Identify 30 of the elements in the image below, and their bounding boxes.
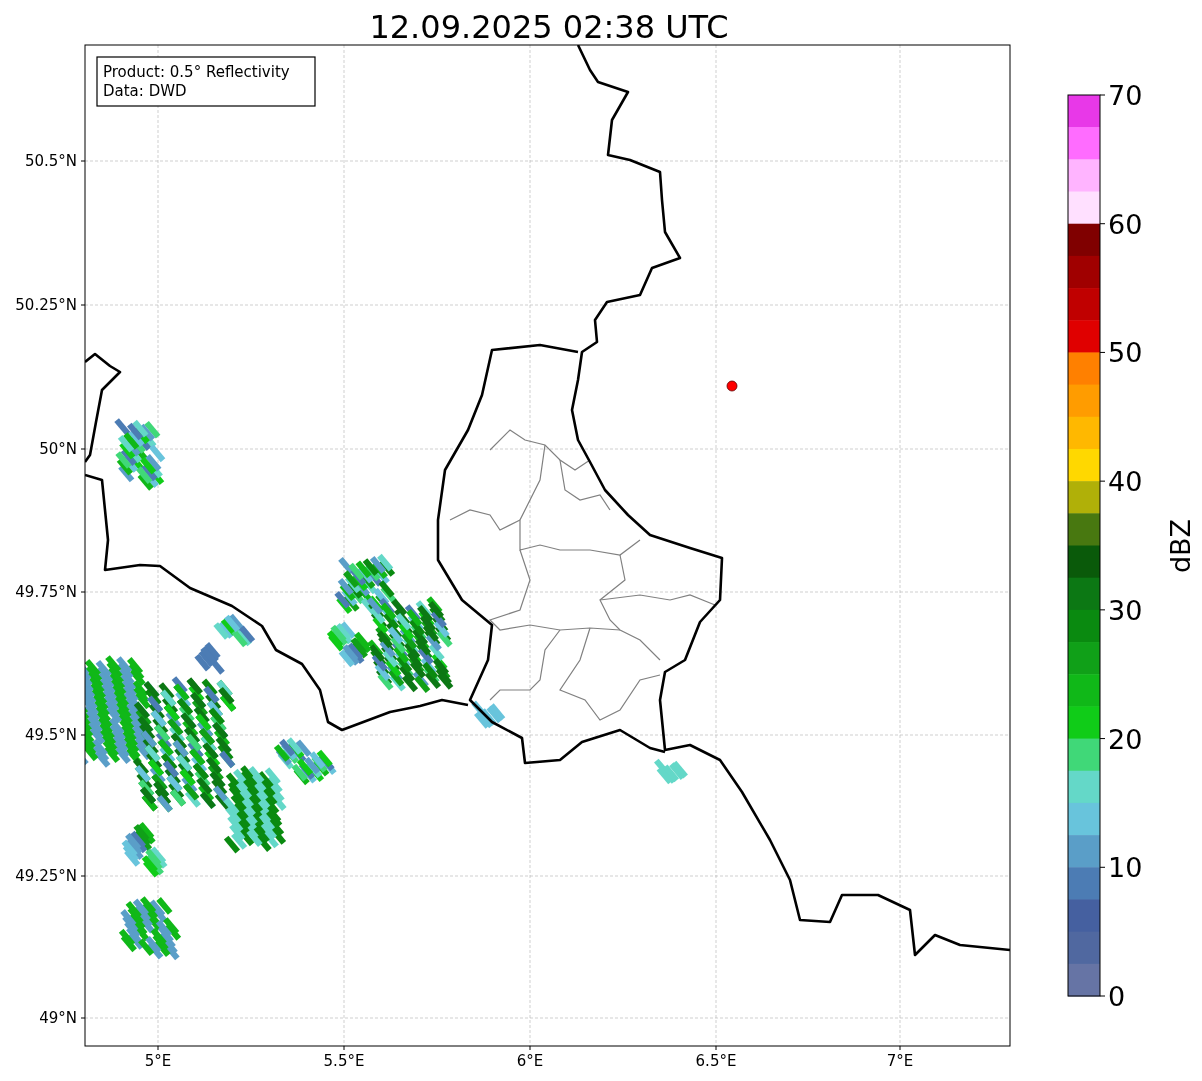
axis-tick-label: 49.5°N (24, 726, 77, 744)
axis-tick-label: 50.5°N (24, 152, 77, 170)
colorbar-tick-label: 0 (1108, 981, 1126, 1012)
colorbar-tick-label: 50 (1108, 337, 1143, 369)
radar-site-marker (726, 380, 738, 392)
axis-tick-label: 5.5°E (323, 1052, 365, 1070)
colorbar-tick-label: 70 (1108, 80, 1143, 111)
axis-tick-label: 49.25°N (15, 867, 77, 885)
axis-tick-label: 49°N (39, 1009, 77, 1027)
colorbar-tick-label: 20 (1108, 723, 1143, 755)
axis-tick-label: 7°E (886, 1052, 914, 1070)
axis-tick-label: 6.5°E (695, 1052, 737, 1070)
chart-title: 12.09.2025 02:38 UTC (369, 8, 729, 46)
axis-tick-label: 50.25°N (15, 296, 77, 314)
axis-tick-label: 5°E (144, 1052, 172, 1070)
annotation-text: Product: 0.5° Reflectivity (103, 63, 290, 81)
radar-echo (654, 758, 688, 785)
radar-echo (213, 613, 256, 648)
colorbar-tick-label: 10 (1108, 852, 1143, 884)
colorbar-tick-label: 40 (1108, 466, 1143, 498)
radar-echo (118, 896, 182, 961)
radar-echo (471, 700, 506, 729)
annotation-text: Data: DWD (103, 82, 187, 100)
colorbar-tick-label: 30 (1108, 594, 1143, 626)
radar-echo (121, 822, 168, 878)
axis-tick-label: 6°E (516, 1052, 544, 1070)
axis-tick-label: 50°N (39, 440, 77, 458)
axis-tick-label: 49.75°N (15, 583, 77, 601)
colorbar-tick-label: 60 (1108, 208, 1143, 240)
colorbar-label: dBZ (1165, 518, 1196, 574)
